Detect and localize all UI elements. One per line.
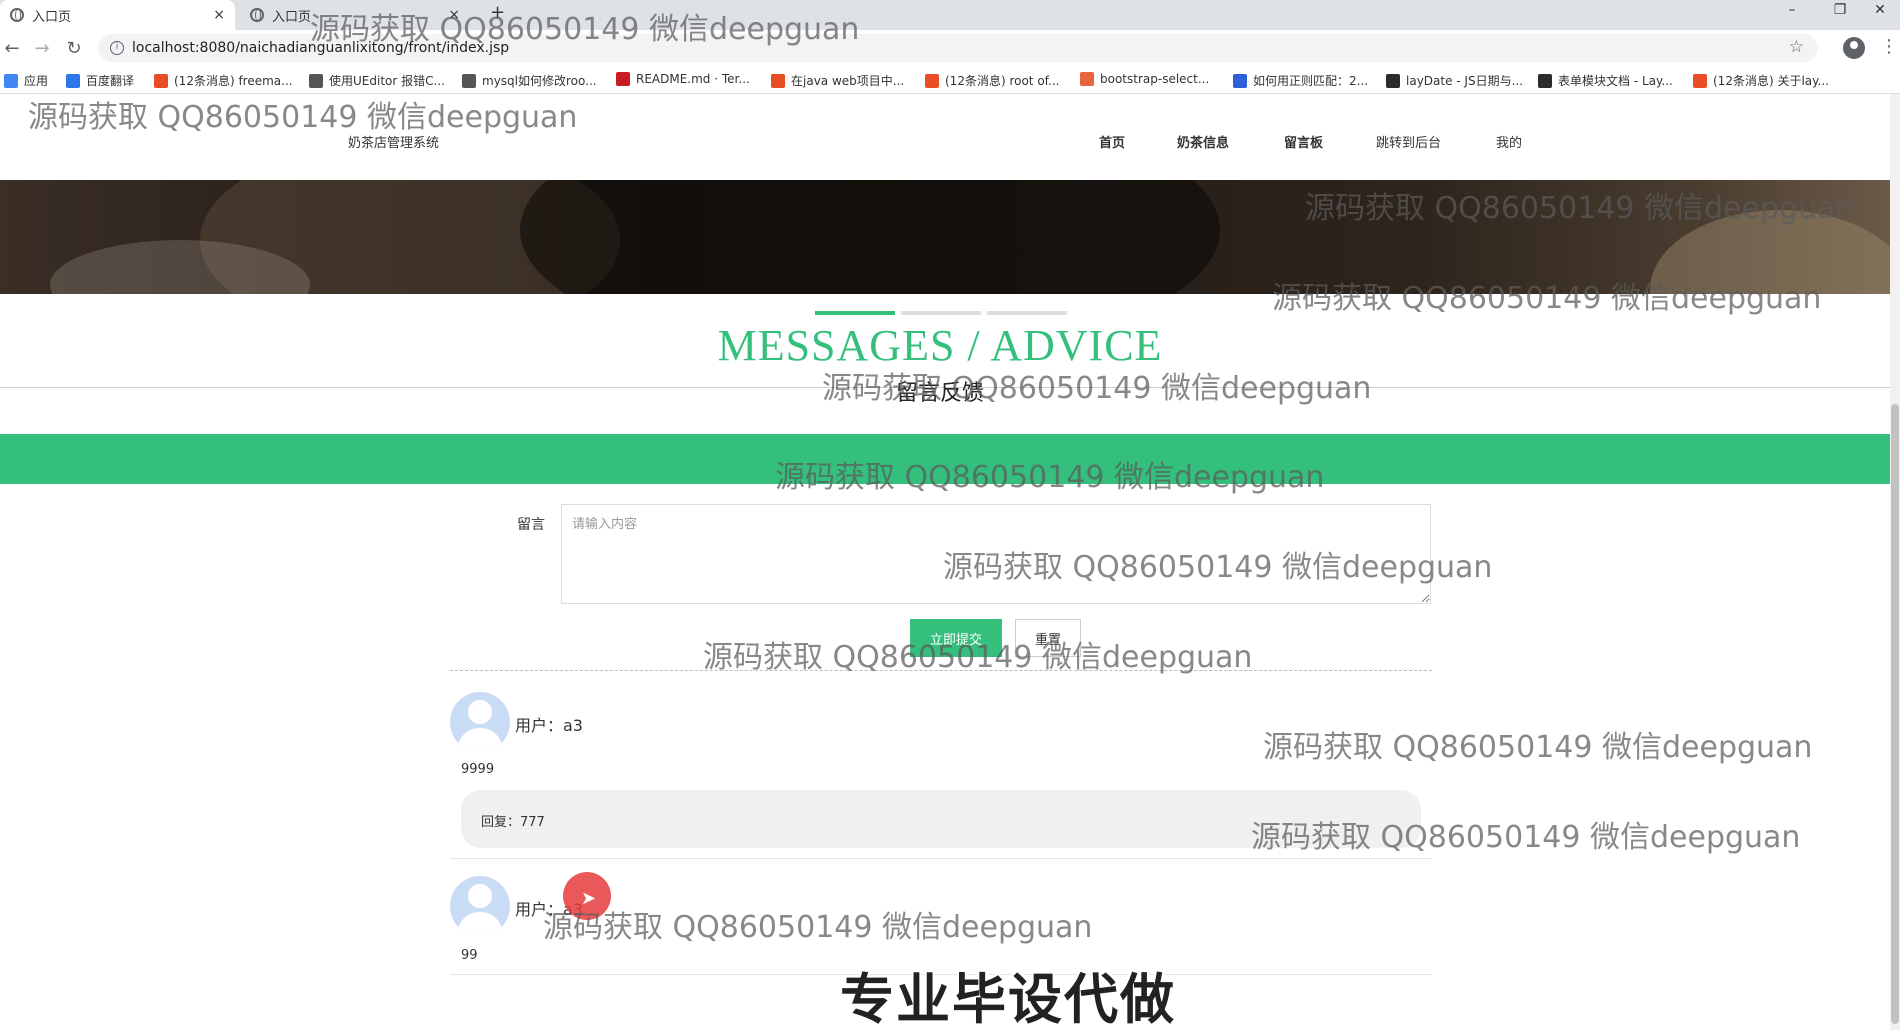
bookmark-item[interactable]: 使用UEditor 报错C... xyxy=(309,72,445,89)
bookmark-favicon-icon xyxy=(1080,72,1094,86)
bookmark-item[interactable]: 表单模块文档 - Lay... xyxy=(1538,72,1673,89)
menu-kebab-icon[interactable]: ⋮ xyxy=(1880,36,1898,57)
bookmark-label: (12条消息) freema... xyxy=(174,74,293,88)
forward-button[interactable]: → xyxy=(30,38,54,59)
watermark: 源码获取 QQ86050149 微信deepguan xyxy=(1272,281,1822,316)
bookmark-favicon-icon xyxy=(66,73,80,88)
globe-icon xyxy=(250,8,264,22)
watermark: 源码获取 QQ86050149 微信deepguan xyxy=(1251,820,1801,855)
watermark: 源码获取 QQ86050149 微信deepguan xyxy=(703,640,1253,675)
bookmark-label: 在java web项目中... xyxy=(791,74,905,88)
bookmark-item[interactable]: (12条消息) root of... xyxy=(925,72,1059,89)
bookmark-favicon-icon xyxy=(462,73,476,88)
tab-close-icon[interactable]: × xyxy=(213,7,225,23)
back-button[interactable]: ← xyxy=(0,38,24,59)
bookmark-label: mysql如何修改roo... xyxy=(482,74,597,88)
bookmark-label: layDate - JS日期与... xyxy=(1406,74,1524,88)
info-icon[interactable]: i xyxy=(110,41,124,55)
watermark: 源码获取 QQ86050149 微信deepguan xyxy=(1305,191,1855,226)
watermark: 源码获取 QQ86050149 微信deepguan xyxy=(310,12,860,47)
bookmark-favicon-icon xyxy=(4,73,18,88)
promo-caption: 专业毕设代做 xyxy=(840,968,1176,1031)
user-avatar-icon xyxy=(450,876,510,936)
minimize-button[interactable]: – xyxy=(1770,2,1814,18)
bookmark-label: 如何用正则匹配：2... xyxy=(1253,74,1369,88)
bookmark-favicon-icon xyxy=(1386,73,1400,88)
watermark: 源码获取 QQ86050149 微信deepguan xyxy=(943,550,1493,585)
carousel-indicator[interactable] xyxy=(987,311,1067,315)
tab-title: 入口页 xyxy=(272,9,312,25)
bookmark-label: 表单模块文档 - Lay... xyxy=(1558,74,1673,88)
bookmark-item[interactable]: (12条消息) 关于lay... xyxy=(1693,72,1829,89)
bookmark-favicon-icon xyxy=(1538,73,1552,88)
bookmark-item[interactable]: bootstrap-select... xyxy=(1080,72,1209,86)
carousel-indicator[interactable] xyxy=(901,311,981,315)
bookmark-favicon-icon xyxy=(309,73,323,88)
message-label: 留言 xyxy=(517,517,545,533)
reply-text: 回复：777 xyxy=(481,815,545,830)
bookmark-favicon-icon xyxy=(771,73,785,88)
nav-message-board[interactable]: 留言板 xyxy=(1284,132,1323,151)
watermark: 源码获取 QQ86050149 微信deepguan xyxy=(822,371,1372,406)
nav-milk-tea-info[interactable]: 奶茶信息 xyxy=(1177,132,1229,151)
bookmark-item[interactable]: 在java web项目中... xyxy=(771,72,904,89)
browser-tab-bar: 入口页 × 入口页 × + – ❐ ✕ xyxy=(0,0,1900,30)
bookmark-label: 使用UEditor 报错C... xyxy=(329,74,445,88)
bookmark-item[interactable]: README.md · Ter... xyxy=(616,72,750,86)
bookmark-favicon-icon xyxy=(154,73,168,88)
globe-icon xyxy=(10,8,24,22)
close-window-button[interactable]: ✕ xyxy=(1862,2,1898,18)
address-bar-row: ← → ↻ i localhost:8080/naichadianguanlix… xyxy=(0,30,1900,66)
watermark: 源码获取 QQ86050149 微信deepguan xyxy=(543,910,1093,945)
tab-title: 入口页 xyxy=(32,9,72,25)
nav-mine[interactable]: 我的 xyxy=(1496,132,1522,151)
bookmark-item[interactable]: 应用 xyxy=(4,72,48,89)
bookmark-favicon-icon xyxy=(1233,73,1247,88)
bookmark-star-icon[interactable]: ☆ xyxy=(1789,37,1804,57)
message-content: 99 xyxy=(461,948,478,963)
bookmark-label: README.md · Ter... xyxy=(636,72,750,86)
restore-button[interactable]: ❐ xyxy=(1818,2,1862,18)
message-divider xyxy=(450,858,1432,859)
bookmark-favicon-icon xyxy=(616,72,630,86)
bookmarks-bar: 应用 百度翻译 (12条消息) freema... 使用UEditor 报错C... m… xyxy=(0,66,1900,94)
bookmark-label: 百度翻译 xyxy=(86,74,135,88)
bookmark-item[interactable]: 百度翻译 xyxy=(66,72,134,89)
browser-tab-active[interactable]: 入口页 × xyxy=(0,0,235,30)
bookmark-favicon-icon xyxy=(1693,73,1707,88)
user-avatar-icon xyxy=(450,692,510,752)
bookmark-item[interactable]: (12条消息) freema... xyxy=(154,72,293,89)
bookmark-item[interactable]: mysql如何修改roo... xyxy=(462,72,597,89)
nav-admin[interactable]: 跳转到后台 xyxy=(1376,132,1441,151)
watermark: 源码获取 QQ86050149 微信deepguan xyxy=(28,100,578,135)
bookmark-label: (12条消息) root of... xyxy=(945,74,1060,88)
message-content: 9999 xyxy=(461,762,495,777)
nav-home[interactable]: 首页 xyxy=(1099,132,1125,151)
bookmark-label: (12条消息) 关于lay... xyxy=(1713,74,1829,88)
bookmark-label: 应用 xyxy=(24,74,49,88)
bookmark-favicon-icon xyxy=(925,73,939,88)
bookmark-item[interactable]: layDate - JS日期与... xyxy=(1386,72,1523,89)
carousel-indicator-active[interactable] xyxy=(815,311,895,315)
reload-button[interactable]: ↻ xyxy=(62,38,86,59)
scrollbar-thumb[interactable] xyxy=(1891,404,1899,1024)
page-scrollbar[interactable] xyxy=(1890,94,1900,1030)
bookmark-label: bootstrap-select... xyxy=(1100,72,1210,86)
profile-avatar-icon[interactable] xyxy=(1843,37,1865,59)
watermark: 源码获取 QQ86050149 微信deepguan xyxy=(775,460,1325,495)
message-user: 用户：a3 xyxy=(515,716,583,735)
watermark: 源码获取 QQ86050149 微信deepguan xyxy=(1263,730,1813,765)
bookmark-item[interactable]: 如何用正则匹配：2... xyxy=(1233,72,1368,89)
